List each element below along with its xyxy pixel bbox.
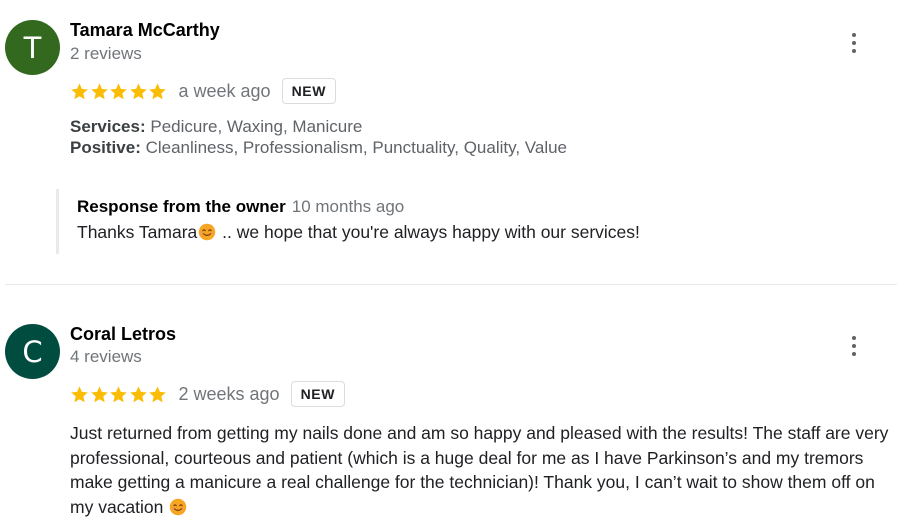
smiling-face-emoji-icon	[170, 498, 187, 516]
star-rating	[70, 385, 168, 404]
star-icon	[90, 385, 108, 402]
more-vert-icon-dot	[852, 352, 856, 356]
review-count[interactable]: 4 reviews	[70, 347, 142, 367]
star-icon	[110, 385, 127, 402]
star-icon	[129, 385, 147, 402]
review-text-content: Just returned from getting my nails done…	[70, 423, 889, 517]
more-vert-icon	[852, 336, 856, 340]
star-icon	[71, 385, 88, 402]
star-icon	[149, 385, 166, 402]
avatar[interactable]: C	[5, 324, 60, 379]
review-time: 2 weeks ago	[178, 383, 280, 404]
new-badge: NEW	[290, 381, 346, 407]
avatar-letter: C	[22, 334, 43, 369]
more-vert-icon-dot	[852, 344, 856, 348]
review-card: C Coral Letros 4 reviews 2 weeks ago NEW…	[0, 0, 907, 532]
more-options-button[interactable]	[844, 334, 864, 358]
rating-row: 2 weeks ago NEW	[70, 379, 346, 409]
reviewer-name[interactable]: Coral Letros	[70, 324, 176, 345]
review-text: Just returned from getting my nails done…	[70, 421, 890, 519]
